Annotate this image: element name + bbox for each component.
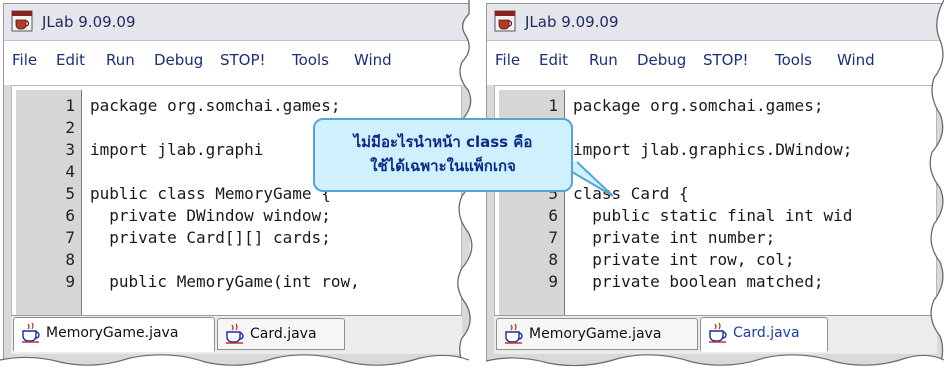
annotation-callout: ไม่มีอะไรนำหน้า class คือ ใช้ได้เฉพาะในแ… — [313, 118, 573, 192]
callout-line-2: ใช้ได้เฉพาะในแพ็กเกจ — [370, 157, 516, 175]
callout-line-1: ไม่มีอะไรนำหน้า class คือ — [353, 133, 533, 151]
